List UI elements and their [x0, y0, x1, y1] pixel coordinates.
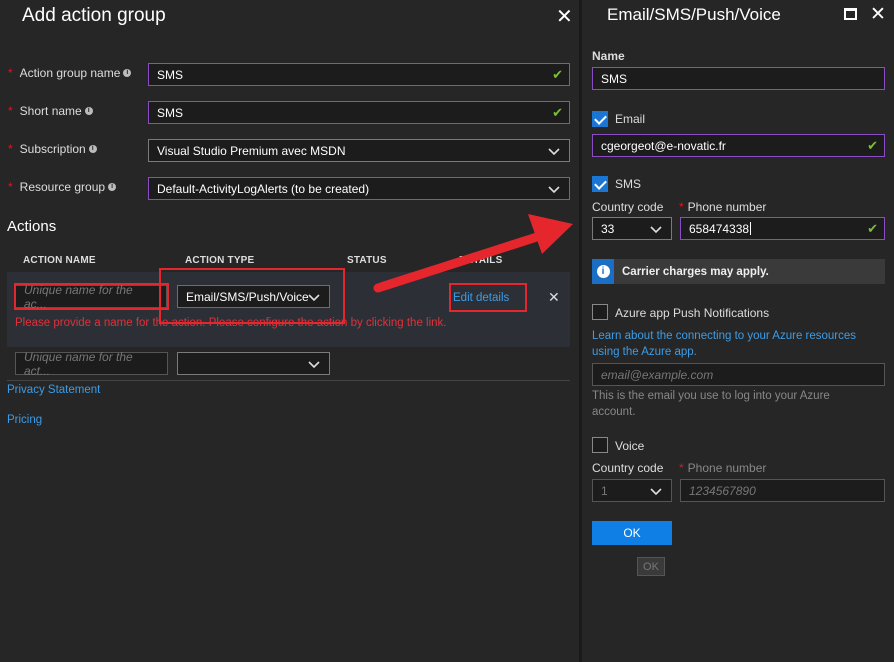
action-group-name-input[interactable]: SMS ✔: [148, 63, 570, 86]
sms-phone-label: * Phone number: [679, 200, 767, 214]
required-asterisk: *: [679, 461, 684, 475]
valid-check-icon: ✔: [867, 137, 878, 153]
pricing-link[interactable]: Pricing: [7, 414, 42, 426]
close-icon[interactable]: ✕: [870, 3, 886, 26]
required-asterisk: *: [8, 66, 13, 80]
annotation-box-type: [159, 268, 345, 324]
resource-group-label: * Resource group i: [8, 180, 117, 194]
email-input[interactable]: cgeorgeot@e-novatic.fr ✔: [592, 134, 885, 157]
sms-label: SMS: [615, 177, 642, 191]
push-checkbox[interactable]: [592, 304, 608, 320]
voice-phone-input[interactable]: 1234567890: [680, 479, 885, 502]
info-icon[interactable]: i: [84, 107, 93, 115]
privacy-statement-link[interactable]: Privacy Statement: [7, 384, 100, 396]
divider: [7, 380, 570, 381]
push-help-text: This is the email you use to log into yo…: [592, 390, 830, 418]
sms-country-code-label: Country code: [592, 200, 664, 214]
learn-azure-app-link[interactable]: Learn about the connecting to your Azure…: [592, 328, 885, 360]
maximize-icon[interactable]: [844, 8, 857, 20]
sms-phone-input[interactable]: 658474338 ✔: [680, 217, 885, 240]
push-email-input[interactable]: email@example.com: [592, 363, 885, 386]
info-icon: i: [592, 259, 614, 284]
name-label: Name: [592, 49, 625, 63]
chevron-down-icon: [650, 225, 662, 233]
ok-button-secondary[interactable]: OK: [637, 557, 665, 576]
required-asterisk: *: [8, 142, 13, 156]
ok-button[interactable]: OK: [592, 521, 672, 545]
voice-phone-label: * Phone number: [679, 461, 767, 475]
subscription-label: * Subscription i: [8, 142, 97, 156]
voice-checkbox[interactable]: [592, 437, 608, 453]
push-label: Azure app Push Notifications: [615, 306, 770, 320]
column-action-name: ACTION NAME: [23, 255, 96, 266]
column-action-type: ACTION TYPE: [185, 255, 255, 266]
blade-title: Email/SMS/Push/Voice: [607, 5, 781, 24]
info-icon[interactable]: i: [108, 183, 117, 191]
add-action-group-blade: Add action group ✕ * Action group name i…: [0, 0, 580, 662]
chevron-down-icon: [548, 185, 560, 193]
info-icon[interactable]: i: [123, 69, 132, 77]
voice-country-code-label: Country code: [592, 461, 664, 475]
voice-country-code-select[interactable]: 1: [592, 479, 672, 502]
actions-heading: Actions: [7, 218, 57, 235]
valid-check-icon: ✔: [552, 104, 563, 120]
voice-label: Voice: [615, 439, 645, 453]
annotation-box-name: [14, 283, 169, 310]
subscription-select[interactable]: Visual Studio Premium avec MSDN: [148, 139, 570, 162]
blade-title: Add action group: [22, 5, 166, 26]
action-group-name-label: * Action group name i: [8, 66, 132, 80]
valid-check-icon: ✔: [552, 66, 563, 82]
required-asterisk: *: [8, 104, 13, 118]
chevron-down-icon: [308, 360, 320, 368]
action-name-input-new[interactable]: Unique name for the act...: [15, 350, 168, 378]
text-cursor: [750, 222, 752, 235]
email-label: Email: [615, 112, 646, 126]
required-asterisk: *: [8, 180, 13, 194]
sms-country-code-select[interactable]: 33: [592, 217, 672, 240]
valid-check-icon: ✔: [867, 220, 878, 236]
carrier-info-banner: i Carrier charges may apply.: [592, 259, 885, 284]
close-icon[interactable]: ✕: [556, 4, 573, 29]
required-asterisk: *: [679, 200, 684, 214]
email-sms-push-voice-blade: Email/SMS/Push/Voice ✕ Name SMS Email cg…: [582, 0, 894, 662]
short-name-input[interactable]: SMS ✔: [148, 101, 570, 124]
chevron-down-icon: [548, 147, 560, 155]
info-icon[interactable]: i: [88, 145, 97, 153]
action-type-select-new[interactable]: [177, 352, 330, 375]
name-input[interactable]: SMS: [592, 67, 885, 90]
annotation-arrow: [373, 214, 573, 293]
resource-group-select[interactable]: Default-ActivityLogAlerts (to be created…: [148, 177, 570, 200]
chevron-down-icon: [650, 487, 662, 495]
short-name-label: * Short name i: [8, 104, 93, 118]
email-checkbox[interactable]: [592, 111, 608, 127]
sms-checkbox[interactable]: [592, 176, 608, 192]
